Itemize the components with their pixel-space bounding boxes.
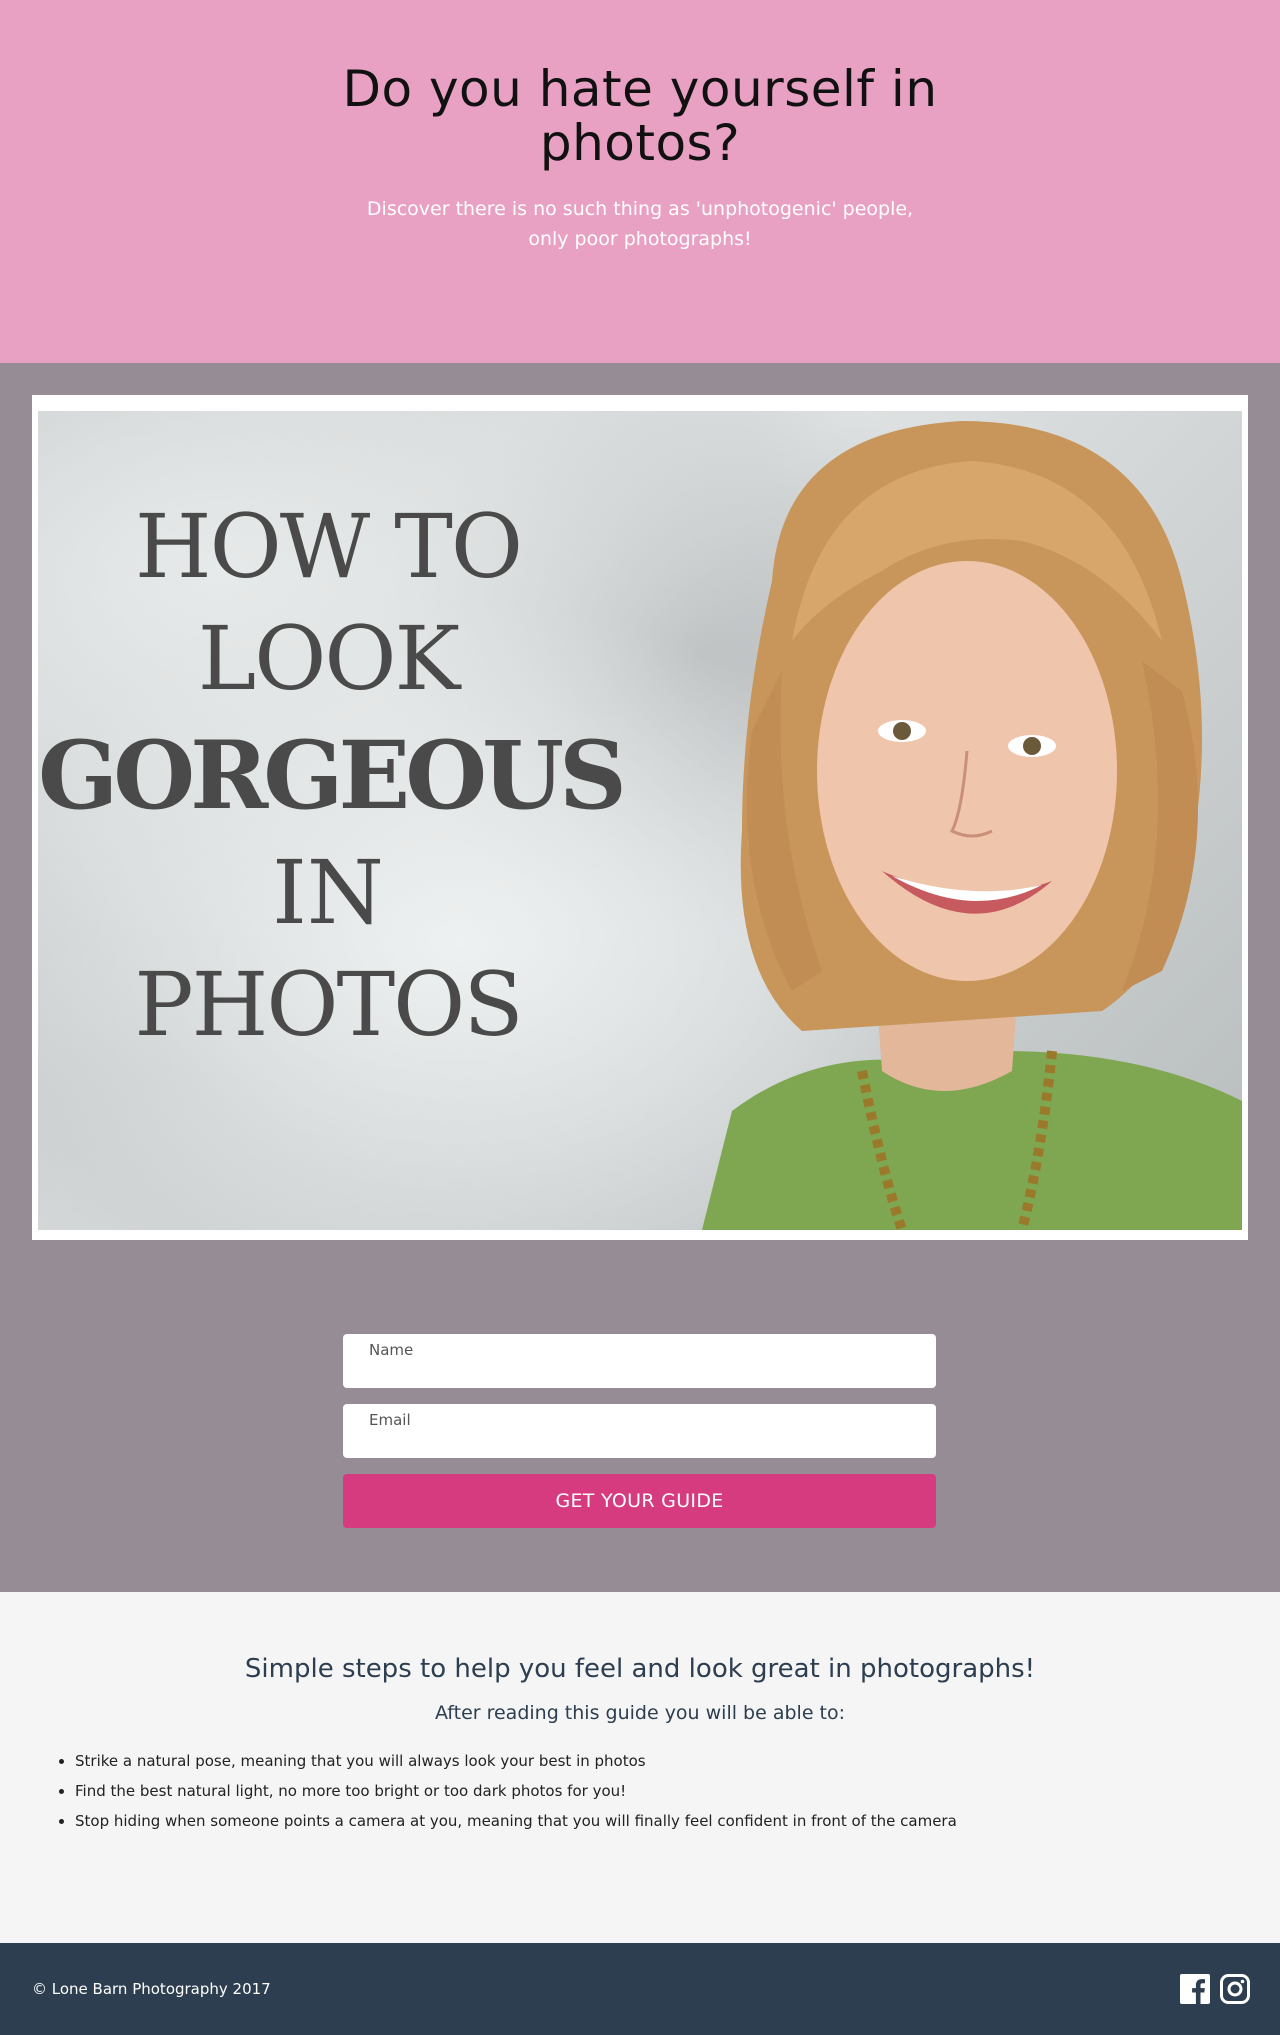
promo-image: HOW TO LOOK GORGEOUS IN PHOTOS [38, 411, 1242, 1230]
facebook-icon[interactable] [1180, 1974, 1210, 2004]
name-label: Name [369, 1341, 414, 1359]
guide-signup-form: Name Email GET YOUR GUIDE [343, 1334, 936, 1528]
list-item: Strike a natural pose, meaning that you … [75, 1746, 1280, 1776]
name-input[interactable] [369, 1360, 909, 1384]
list-item: Stop hiding when someone points a camera… [75, 1806, 1280, 1836]
email-label: Email [369, 1411, 411, 1429]
hero-section: Do you hate yourself in photos? Discover… [0, 0, 1280, 363]
promo-image-frame: HOW TO LOOK GORGEOUS IN PHOTOS [32, 395, 1248, 1240]
promo-line: IN [272, 841, 384, 944]
hero-title: Do you hate yourself in photos? [342, 60, 938, 172]
promo-line: LOOK [197, 607, 460, 710]
benefits-heading: Simple steps to help you feel and look g… [244, 1654, 1036, 1684]
instagram-icon[interactable] [1220, 1974, 1250, 2004]
name-field[interactable]: Name [343, 1334, 936, 1388]
get-your-guide-button[interactable]: GET YOUR GUIDE [343, 1474, 936, 1528]
benefits-subheading: After reading this guide you will be abl… [434, 1702, 846, 1724]
benefits-section: Simple steps to help you feel and look g… [0, 1592, 1280, 1943]
list-item: Find the best natural light, no more too… [75, 1776, 1280, 1806]
hero-subtitle: Discover there is no such thing as 'unph… [366, 198, 914, 250]
benefits-list: Strike a natural pose, meaning that you … [0, 1746, 1280, 1836]
optin-section: HOW TO LOOK GORGEOUS IN PHOTOS Name Emai… [0, 363, 1280, 1592]
portrait-photo [702, 421, 1242, 1230]
social-links [1180, 1974, 1250, 2004]
promo-headline: HOW TO LOOK GORGEOUS IN PHOTOS [38, 491, 627, 1061]
promo-line: PHOTOS [134, 953, 523, 1056]
promo-line: GORGEOUS [38, 721, 627, 831]
promo-line: HOW TO [134, 495, 523, 598]
copyright-text: © Lone Barn Photography 2017 [32, 1980, 271, 1998]
email-input[interactable] [369, 1430, 909, 1454]
footer: © Lone Barn Photography 2017 [0, 1943, 1280, 2035]
email-field[interactable]: Email [343, 1404, 936, 1458]
